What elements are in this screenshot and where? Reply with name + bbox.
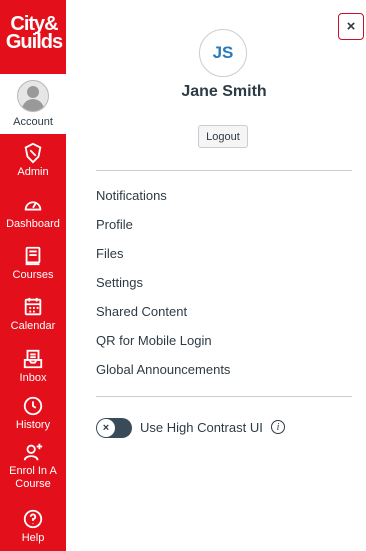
high-contrast-label: Use High Contrast UI [140,420,263,435]
link-settings[interactable]: Settings [96,275,143,290]
book-icon [25,246,41,266]
nav-item-courses-label: Courses [12,269,54,281]
account-avatar-icon [17,80,49,112]
nav-item-admin-label: Admin [17,166,49,178]
nav-item-account[interactable]: Account [0,74,66,134]
inbox-icon [23,349,43,369]
nav-item-enrol-label: Enrol In A Course [9,465,57,490]
user-avatar: JS [199,29,247,77]
info-icon[interactable]: i [271,420,285,434]
toggle-off-icon: × [97,419,115,437]
speedometer-icon [24,201,42,211]
close-button[interactable]: × [338,13,364,40]
nav-item-account-label: Account [13,116,53,128]
link-global-announcements[interactable]: Global Announcements [96,362,230,377]
nav-item-inbox-label: Inbox [19,372,47,384]
help-icon [23,509,43,529]
link-files[interactable]: Files [96,246,123,261]
nav-item-courses[interactable]: Courses [0,245,66,282]
calendar-icon [24,297,42,316]
nav-item-admin[interactable]: Admin [0,142,66,179]
nav-item-help[interactable]: Help [0,508,66,545]
close-icon: × [346,18,356,35]
nav-item-history[interactable]: History [0,395,66,432]
nav-item-calendar-label: Calendar [10,320,56,332]
link-notifications[interactable]: Notifications [96,188,167,203]
divider-top [96,170,352,171]
nav-item-dashboard-label: Dashboard [6,218,60,230]
high-contrast-toggle[interactable]: × [96,418,132,438]
nav-item-dashboard[interactable]: Dashboard [0,194,66,231]
nav-item-inbox[interactable]: Inbox [0,348,66,385]
logout-button[interactable]: Logout [198,125,248,148]
nav-item-calendar[interactable]: Calendar [0,296,66,333]
logo-line-2: Guilds [5,31,63,53]
divider-bottom [96,396,352,397]
add-user-icon [23,443,43,461]
link-shared-content[interactable]: Shared Content [96,304,187,319]
link-qr-mobile-login[interactable]: QR for Mobile Login [96,333,212,348]
nav-item-help-label: Help [21,532,45,544]
clock-icon [23,396,43,416]
link-profile[interactable]: Profile [96,217,133,232]
nav-item-history-label: History [15,419,51,431]
city-guilds-logo[interactable]: City& Guilds [4,6,64,60]
shield-icon [24,142,42,164]
nav-item-enrol[interactable]: Enrol In A Course [0,441,66,491]
global-nav: City& Guilds Account Admin Dashboard Cou… [0,0,66,551]
user-name: Jane Smith [181,83,267,100]
